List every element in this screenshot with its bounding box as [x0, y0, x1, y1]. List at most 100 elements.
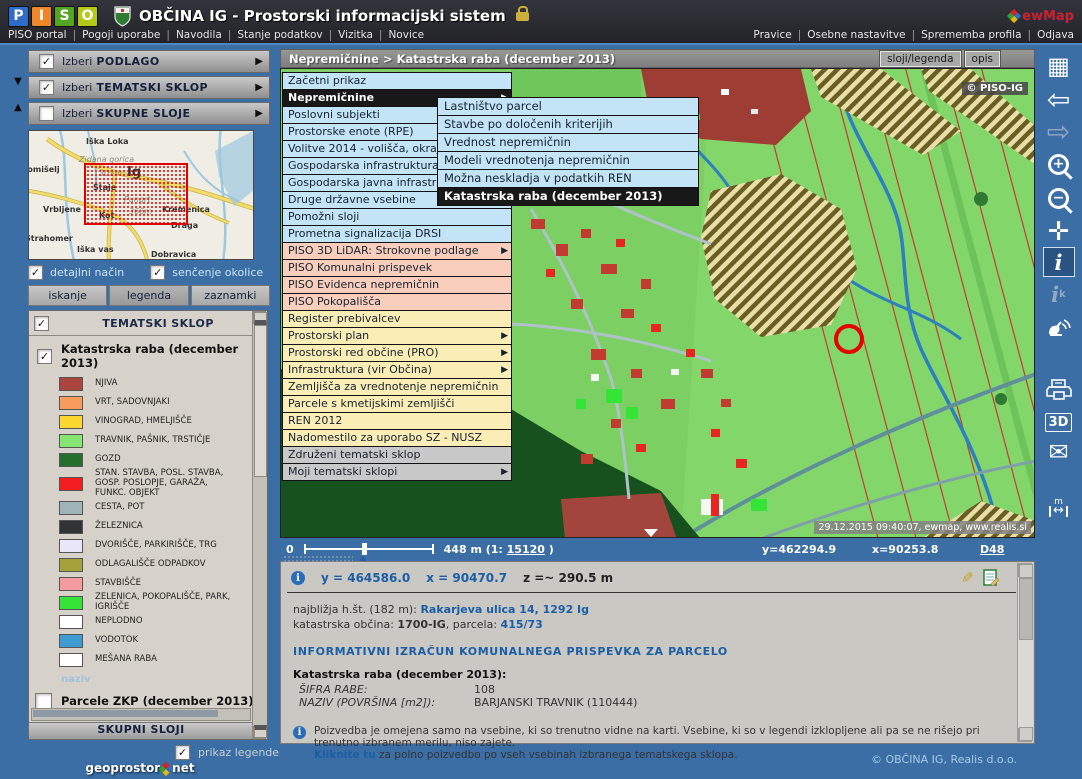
edit-pencil-icon[interactable]: ✎ [961, 569, 974, 587]
map-extent-rectangle[interactable] [84, 163, 188, 225]
scale-slider[interactable] [304, 548, 434, 550]
zoom-in-button[interactable]: + [1035, 149, 1082, 179]
panel-scrollbar[interactable] [1017, 563, 1033, 742]
option-checkbox[interactable]: ✓ [150, 265, 165, 280]
pan-button[interactable]: ✛ [1035, 217, 1082, 247]
panel-resize-handle[interactable] [283, 555, 353, 562]
print-button[interactable] [1035, 375, 1082, 405]
scale-link[interactable]: 15120 [507, 543, 545, 556]
sidebar-tab[interactable]: iskanje [28, 285, 107, 306]
panel-scroll-thumb[interactable] [1019, 578, 1033, 640]
prikaz-legende-checkbox[interactable]: ✓ [175, 745, 190, 760]
overview-minimap[interactable]: Iška LokaZidana gorica302mIgTomišeljStaj… [28, 130, 254, 260]
identify-button[interactable]: i [1035, 247, 1082, 277]
legend-horizontal-scrollbar[interactable] [31, 708, 251, 721]
menu-item[interactable]: PISO Evidenca nepremičnin [283, 277, 511, 294]
menu-item[interactable]: Pomožni sloji [283, 209, 511, 226]
back-button[interactable]: ⇦ [1035, 85, 1082, 115]
top-menu-item[interactable]: Navodila [160, 29, 221, 43]
measure-button[interactable]: m ↔ [1035, 493, 1082, 523]
ko-label: katastrska občina: [293, 618, 397, 631]
submenu-item[interactable]: Možna neskladja v podatkih REN [438, 170, 698, 188]
menu-item[interactable]: Infrastruktura (vir Občina) ▶ [283, 362, 511, 379]
selector-bar[interactable]: ✓ IzberiTEMATSKI SKLOP ▶ [28, 76, 270, 99]
top-menu-item[interactable]: Sprememba profila [906, 29, 1022, 43]
legend-label: VINOGRAD, HMELJIŠČE [95, 417, 192, 427]
top-menu-item[interactable]: Pravice [753, 29, 791, 43]
selector-bar[interactable]: ✓ IzberiPODLAGO ▶ [28, 50, 270, 73]
option-checkbox[interactable]: ✓ [28, 265, 43, 280]
scroll-down-icon[interactable] [253, 726, 266, 739]
panel-scroll-down-icon[interactable] [1018, 728, 1032, 742]
gps-satellite-icon [1046, 314, 1072, 338]
legend-panel: ✓ TEMATSKI SKLOP ✓ Katastrska raba (dece… [28, 310, 268, 740]
collapse-triangle-icon[interactable]: ▼ [10, 76, 26, 87]
scale-slider-handle[interactable] [362, 543, 367, 555]
menu-item[interactable]: PISO Komunalni prispevek [283, 260, 511, 277]
forward-button[interactable]: ⇨ [1035, 117, 1082, 147]
skupni-sloji-header[interactable]: SKUPNI SLOJI [29, 722, 253, 739]
selector-checkbox[interactable] [39, 106, 54, 121]
parcel-link[interactable]: 415/73 [501, 618, 543, 631]
top-menu-item[interactable]: PISO portal [8, 29, 67, 43]
menu-item[interactable]: Parcele s kmetijskimi zemljišči [283, 396, 511, 413]
piso-logo: PISO [8, 6, 98, 27]
tematski-sklop-checkbox[interactable]: ✓ [34, 316, 49, 331]
scroll-up-icon[interactable] [253, 311, 266, 324]
menu-item[interactable]: Moji tematski sklopi ▶ [283, 464, 511, 480]
menu-item[interactable]: Začetni prikaz [283, 73, 511, 90]
menu-item[interactable]: Prostorski red občine (PRO) ▶ [283, 345, 511, 362]
option-label: senčenje okolice [172, 266, 263, 279]
panel-scroll-up-icon[interactable] [1018, 563, 1032, 577]
menu-item[interactable]: PISO Pokopališča [283, 294, 511, 311]
selector-checkbox[interactable]: ✓ [39, 54, 54, 69]
3d-view-button[interactable]: 3D [1035, 407, 1082, 437]
menu-item[interactable]: Prostorski plan ▶ [283, 328, 511, 345]
top-menu-item[interactable]: Novice [373, 29, 424, 43]
top-menu-item[interactable]: Vizitka [323, 29, 373, 43]
gps-button[interactable] [1035, 311, 1082, 341]
overview-map-button[interactable]: ▦ [1035, 51, 1082, 81]
selector-checkbox[interactable]: ✓ [39, 80, 54, 95]
legend-vertical-scrollbar[interactable] [252, 311, 267, 739]
menu-item[interactable]: Združeni tematski sklop [283, 447, 511, 464]
top-menu-item[interactable]: Stanje podatkov [222, 29, 323, 43]
sidebar-tab[interactable]: zaznamki [191, 285, 270, 306]
menu-item[interactable]: Nadomestilo za uporabo SZ - NUSZ [283, 430, 511, 447]
projection-link[interactable]: D48 [980, 543, 1004, 556]
kliknite-tu-link[interactable]: Kliknite tu [314, 749, 376, 761]
identify-k-button[interactable]: ik [1035, 279, 1082, 309]
sloji-legenda-button[interactable]: sloji/legenda [880, 51, 960, 67]
geoprostor-logo[interactable]: geoprostornet [0, 761, 280, 775]
menu-item[interactable]: Register prebivalcev [283, 311, 511, 328]
opis-button[interactable]: opis [965, 51, 1000, 67]
mail-button[interactable]: ✉ [1035, 437, 1082, 467]
breadcrumb: Nepremičnine > Katastrska raba (december… [281, 52, 615, 66]
legend-item: ODLAGALIŠČE ODPADKOV [59, 555, 267, 574]
zoom-out-button[interactable]: − [1035, 183, 1082, 213]
notepad-icon[interactable] [982, 569, 1000, 587]
submenu-item[interactable]: Vrednost nepremičnin [438, 134, 698, 152]
menu-item[interactable]: REN 2012 [283, 413, 511, 430]
collapse-triangle-icon[interactable]: ▲ [10, 102, 26, 113]
legend-label: ODLAGALIŠČE ODPADKOV [95, 560, 206, 570]
selector-bar[interactable]: IzberiSKUPNE SLOJE ▶ [28, 102, 270, 125]
top-menu-item[interactable]: Pogoji uporabe [67, 29, 161, 43]
nearest-address-link[interactable]: Rakarjeva ulica 14, 1292 Ig [420, 603, 589, 616]
minimap-place-label: Iška vas [77, 245, 114, 254]
top-menu-item[interactable]: Odjava [1022, 29, 1074, 43]
komunalni-prispevek-link[interactable]: INFORMATIVNI IZRAČUN KOMUNALNEGA PRISPEV… [293, 645, 1022, 658]
theme-checkbox[interactable]: ✓ [37, 349, 52, 364]
menu-item[interactable]: Prometna signalizacija DRSI [283, 226, 511, 243]
submenu-item[interactable]: Modeli vrednotenja nepremičnin [438, 152, 698, 170]
scroll-thumb[interactable] [254, 325, 267, 477]
sidebar-tab[interactable]: legenda [109, 285, 188, 306]
submenu-item[interactable]: Stavbe po določenih kriterijih [438, 116, 698, 134]
menu-item[interactable]: Zemljišča za vrednotenje nepremičnin [283, 379, 511, 396]
map-collapse-icon[interactable] [644, 529, 658, 537]
submenu-item[interactable]: Katastrska raba (december 2013) [438, 188, 698, 205]
menu-item[interactable]: PISO 3D LiDAR: Strokovne podlage ▶ [283, 243, 511, 260]
top-menu-item[interactable]: Osebne nastavitve [792, 29, 906, 43]
legend-swatch [59, 577, 83, 591]
submenu-item[interactable]: Lastništvo parcel [438, 98, 698, 116]
